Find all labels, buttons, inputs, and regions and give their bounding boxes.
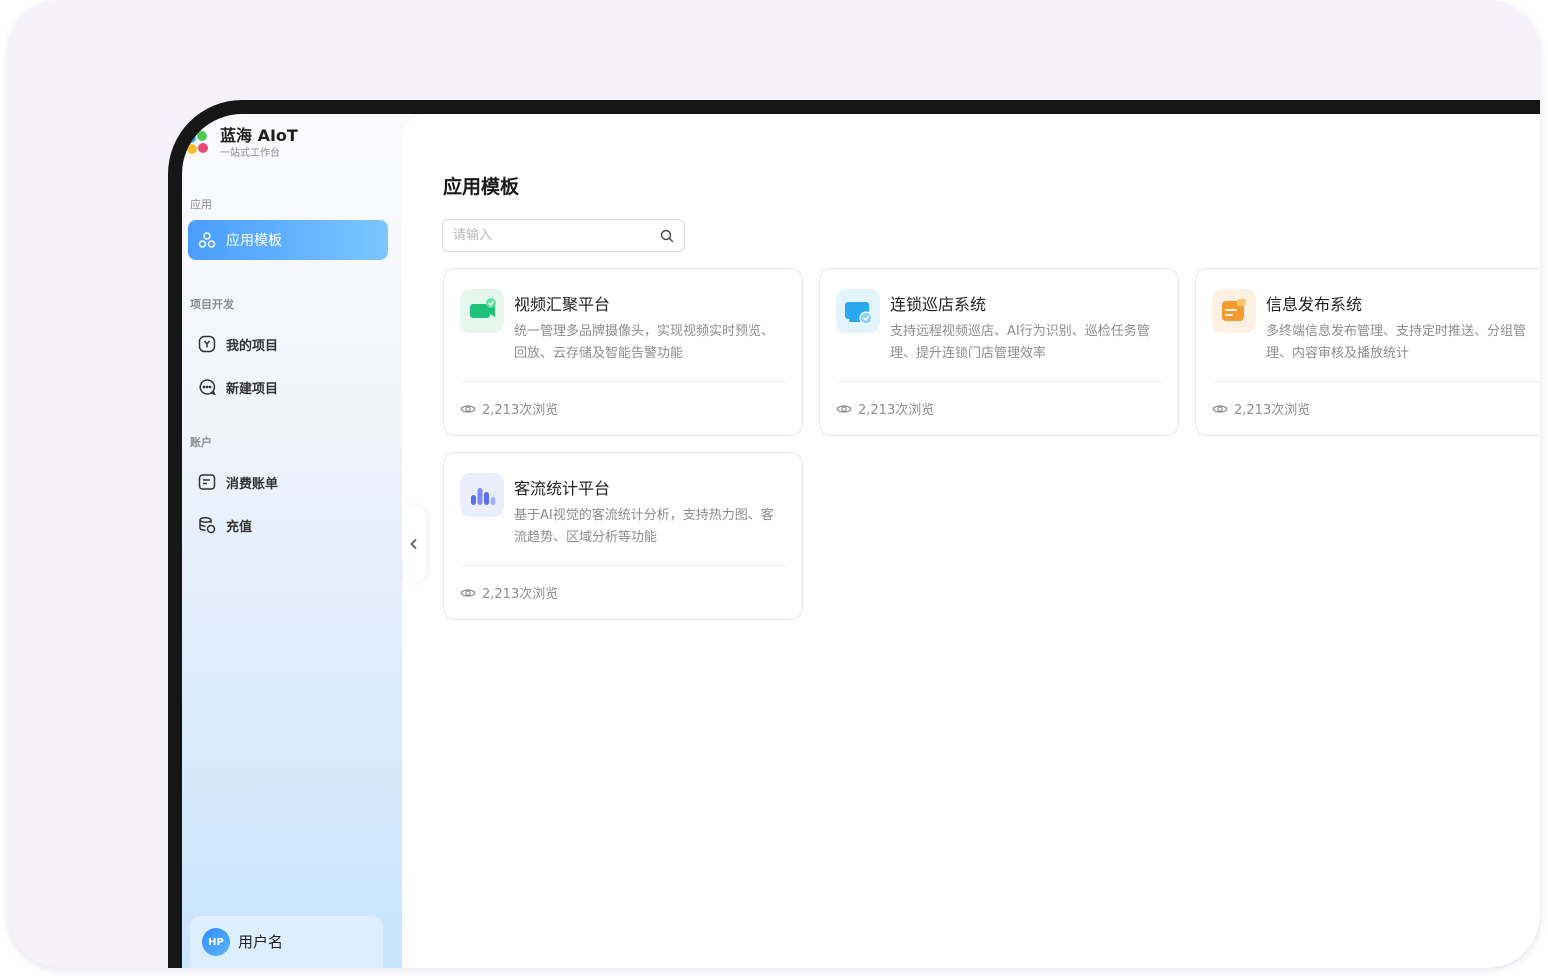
brand-logo-icon bbox=[186, 131, 210, 159]
sidebar-item-label: 我的项目 bbox=[226, 338, 279, 354]
coins-icon bbox=[199, 517, 216, 534]
card-divider bbox=[460, 381, 788, 382]
template-card-store-patrol[interactable]: 连锁巡店系统 支持远程视频巡店、AI行为识别、巡检任务管理、提升连锁门店管理效率… bbox=[819, 268, 1179, 436]
card-divider bbox=[460, 565, 788, 566]
sidebar-item-recharge[interactable]: 充值 bbox=[198, 513, 252, 537]
search-box bbox=[442, 219, 685, 252]
card-title: 视频汇聚平台 bbox=[514, 295, 611, 314]
sidebar-item-my-projects[interactable]: 我的项目 bbox=[198, 332, 278, 356]
eye-icon bbox=[460, 588, 476, 597]
eye-icon bbox=[1212, 404, 1228, 413]
info-publish-icon bbox=[1212, 289, 1256, 333]
sidebar-collapse-button[interactable] bbox=[402, 506, 426, 582]
section-label-app: 应用 bbox=[190, 198, 212, 211]
template-card-info-publish[interactable]: 信息发布系统 多终端信息发布管理、支持定时推送、分组管理、内容审核及播放统计 2… bbox=[1195, 268, 1540, 436]
card-title: 信息发布系统 bbox=[1266, 295, 1363, 314]
device-frame: 蓝海 AIoT 一站式工作台 应用 应用模板 项目开发 我的项目 新建项目 账户… bbox=[168, 100, 1540, 968]
eye-icon bbox=[836, 404, 852, 413]
card-divider bbox=[1212, 381, 1540, 382]
card-description: 多终端信息发布管理、支持定时推送、分组管理、内容审核及播放统计 bbox=[1266, 324, 1527, 361]
project-icon bbox=[198, 335, 216, 353]
card-view-count: 2,213次浏览 bbox=[1212, 399, 1310, 418]
sidebar-item-bills[interactable]: 消费账单 bbox=[198, 470, 278, 494]
search-input[interactable] bbox=[453, 228, 660, 243]
user-name: 用户名 bbox=[238, 933, 284, 951]
template-card-traffic-stats[interactable]: 客流统计平台 基于AI视觉的客流统计分析，支持热力图、客流趋势、区域分析等功能 … bbox=[443, 452, 803, 620]
sidebar: 蓝海 AIoT 一站式工作台 应用 应用模板 项目开发 我的项目 新建项目 账户… bbox=[182, 114, 402, 968]
avatar: HP bbox=[202, 928, 230, 956]
store-check-icon bbox=[836, 289, 880, 333]
sidebar-item-label: 新建项目 bbox=[226, 381, 279, 397]
search-icon[interactable] bbox=[660, 229, 674, 243]
card-view-count: 2,213次浏览 bbox=[836, 399, 934, 418]
user-profile[interactable]: HP 用户名 bbox=[190, 916, 383, 968]
sidebar-item-label: 充值 bbox=[226, 519, 253, 535]
brand-subtitle: 一站式工作台 bbox=[220, 148, 280, 159]
bill-icon bbox=[198, 474, 216, 490]
bar-chart-icon bbox=[460, 473, 504, 517]
section-label-account: 账户 bbox=[190, 436, 212, 449]
sidebar-item-new-project[interactable]: 新建项目 bbox=[198, 375, 278, 399]
card-description: 基于AI视觉的客流统计分析，支持热力图、客流趋势、区域分析等功能 bbox=[514, 508, 774, 545]
section-label-project: 项目开发 bbox=[190, 298, 234, 311]
sidebar-item-label: 消费账单 bbox=[226, 476, 279, 492]
card-description: 支持远程视频巡店、AI行为识别、巡检任务管理、提升连锁门店管理效率 bbox=[890, 324, 1150, 361]
chat-bubble-icon bbox=[199, 379, 216, 396]
video-camera-icon bbox=[460, 289, 504, 333]
card-view-count: 2,213次浏览 bbox=[460, 583, 558, 602]
backdrop: 蓝海 AIoT 一站式工作台 应用 应用模板 项目开发 我的项目 新建项目 账户… bbox=[8, 0, 1540, 968]
brand[interactable]: 蓝海 AIoT 一站式工作台 bbox=[186, 126, 298, 161]
card-description: 统一管理多品牌摄像头，实现视频实时预览、回放、云存储及智能告警功能 bbox=[514, 324, 775, 361]
template-card-video[interactable]: 视频汇聚平台 统一管理多品牌摄像头，实现视频实时预览、回放、云存储及智能告警功能… bbox=[443, 268, 803, 436]
sidebar-item-app-templates[interactable]: 应用模板 bbox=[188, 220, 388, 260]
card-title: 客流统计平台 bbox=[514, 479, 611, 498]
eye-icon bbox=[460, 404, 476, 413]
page-title: 应用模板 bbox=[443, 176, 520, 198]
card-divider bbox=[836, 381, 1164, 382]
app-screen: 蓝海 AIoT 一站式工作台 应用 应用模板 项目开发 我的项目 新建项目 账户… bbox=[182, 114, 1540, 968]
chevron-left-icon bbox=[410, 538, 417, 550]
apps-cluster-icon bbox=[198, 232, 216, 248]
sidebar-item-label: 应用模板 bbox=[226, 233, 282, 249]
card-view-count: 2,213次浏览 bbox=[460, 399, 558, 418]
brand-title: 蓝海 AIoT bbox=[220, 126, 298, 145]
card-title: 连锁巡店系统 bbox=[890, 295, 987, 314]
